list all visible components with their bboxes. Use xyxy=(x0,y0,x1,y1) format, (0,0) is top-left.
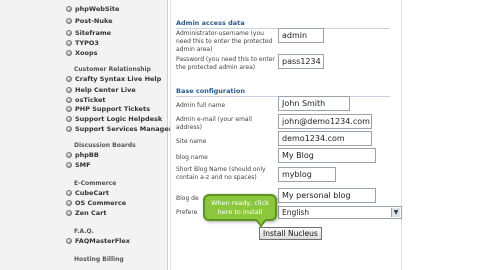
sidebar-item-label: Support Services Manager xyxy=(75,125,172,133)
sidebar-item-label: Post-Nuke xyxy=(75,17,113,25)
sidebar-item-smf[interactable]: SMF xyxy=(66,160,91,170)
bullet-icon xyxy=(66,200,72,206)
language-select[interactable]: English ▼ xyxy=(278,206,402,219)
sidebar-section-title: F.A.Q. xyxy=(74,227,94,235)
sidebar-item-support-logic[interactable]: Support Logic Helpdesk xyxy=(66,114,162,124)
sidebar-item-siteframe[interactable]: Siteframe xyxy=(66,28,111,38)
site-name-label: Site name xyxy=(176,138,207,145)
section-title-admin-access: Admin access data xyxy=(176,19,245,27)
bullet-icon xyxy=(66,18,72,24)
blog-name-input[interactable]: My Blog xyxy=(278,148,376,163)
bullet-icon xyxy=(66,116,72,122)
bullet-icon xyxy=(66,50,72,56)
bullet-icon xyxy=(66,152,72,158)
page-margin xyxy=(402,0,480,270)
blog-name-label: blog name xyxy=(176,154,208,161)
sidebar-item-label: Help Center Live xyxy=(75,86,136,94)
admin-username-label: Administrator-username (you need this to… xyxy=(176,30,273,53)
section-title-base-config: Base configuration xyxy=(176,87,245,95)
admin-full-name-label: Admin full name xyxy=(176,102,226,109)
bullet-icon xyxy=(66,76,72,82)
bullet-icon xyxy=(66,97,72,103)
sidebar-item-label: phpBB xyxy=(75,151,99,159)
short-blog-name-label: Short Blog Name (should only contain a-z… xyxy=(176,166,266,181)
bullet-icon xyxy=(66,40,72,46)
bullet-icon xyxy=(66,106,72,112)
password-label: Password (you need this to enter the pro… xyxy=(176,56,275,71)
sidebar-item-label: PHP Support Tickets xyxy=(75,105,150,113)
sidebar-item-phpbb[interactable]: phpBB xyxy=(66,150,99,160)
sidebar-item-label: FAQMasterFlex xyxy=(75,237,130,245)
bullet-icon xyxy=(66,30,72,36)
bullet-icon xyxy=(66,190,72,196)
admin-email-input[interactable]: john@demo1234.com xyxy=(278,114,372,129)
sidebar-section-title: Hosting Billing xyxy=(74,255,124,263)
tooltip-pointer-fill xyxy=(256,218,266,225)
bullet-icon xyxy=(66,238,72,244)
sidebar-item-label: CubeCart xyxy=(75,189,109,197)
tutorial-tooltip: When ready, click here to install xyxy=(203,194,277,221)
sidebar-item-support-services[interactable]: Support Services Manager xyxy=(66,124,172,134)
bullet-icon xyxy=(66,162,72,168)
sidebar-item-php-support-tickets[interactable]: PHP Support Tickets xyxy=(66,104,150,114)
sidebar-item-label: Siteframe xyxy=(75,29,112,37)
password-input[interactable]: pass1234 xyxy=(278,54,324,69)
sidebar-item-post-nuke[interactable]: Post-Nuke xyxy=(66,16,113,26)
language-select-value: English xyxy=(282,208,310,217)
blog-description-input[interactable]: My personal blog xyxy=(278,188,376,203)
sidebar-section-title: Customer Relationship xyxy=(74,65,151,73)
sidebar-item-label: Crafty Syntax Live Help xyxy=(75,75,162,83)
admin-username-input[interactable]: admin xyxy=(278,28,324,43)
sidebar-item-xoops[interactable]: Xoops xyxy=(66,48,97,58)
chevron-down-icon[interactable]: ▼ xyxy=(391,208,400,217)
tooltip-text: When ready, click here to install xyxy=(211,199,269,216)
sidebar-item-label: Zen Cart xyxy=(75,209,107,217)
sidebar-item-label: OS Commerce xyxy=(75,199,127,207)
sidebar-item-crafty-syntax[interactable]: Crafty Syntax Live Help xyxy=(66,74,161,84)
admin-full-name-input[interactable]: John Smith xyxy=(278,96,350,111)
sidebar-item-label: osTicket xyxy=(75,96,106,104)
admin-email-label: Admin e-mail (your email address) xyxy=(176,116,252,131)
bullet-icon xyxy=(66,126,72,132)
sidebar-item-phpwebsite[interactable]: phpWebSite xyxy=(66,4,119,14)
sidebar-item-faqmasterflex[interactable]: FAQMasterFlex xyxy=(66,236,130,246)
site-name-input[interactable]: demo1234.com xyxy=(278,131,372,146)
sidebar-item-label: Support Logic Helpdesk xyxy=(75,115,163,123)
sidebar-item-label: SMF xyxy=(75,161,91,169)
sidebar-section-title: Discussion Boards xyxy=(74,141,136,149)
sidebar-item-help-center-live[interactable]: Help Center Live xyxy=(66,85,136,95)
sidebar-item-zen-cart[interactable]: Zen Cart xyxy=(66,208,106,218)
bullet-icon xyxy=(66,87,72,93)
bullet-icon xyxy=(66,6,72,12)
sidebar-section-title: E-Commerce xyxy=(74,179,117,187)
sidebar-item-cubecart[interactable]: CubeCart xyxy=(66,188,109,198)
sidebar-item-os-commerce[interactable]: OS Commerce xyxy=(66,198,126,208)
sidebar-item-typo3[interactable]: TYPO3 xyxy=(66,38,99,48)
sidebar-item-label: phpWebSite xyxy=(75,5,120,13)
install-nucleus-button[interactable]: Install Nucleus xyxy=(259,227,322,240)
sidebar-item-label: Xoops xyxy=(75,49,98,57)
bullet-icon xyxy=(66,210,72,216)
sidebar-item-label: TYPO3 xyxy=(75,39,99,47)
short-blog-name-input[interactable]: myblog xyxy=(278,167,336,182)
